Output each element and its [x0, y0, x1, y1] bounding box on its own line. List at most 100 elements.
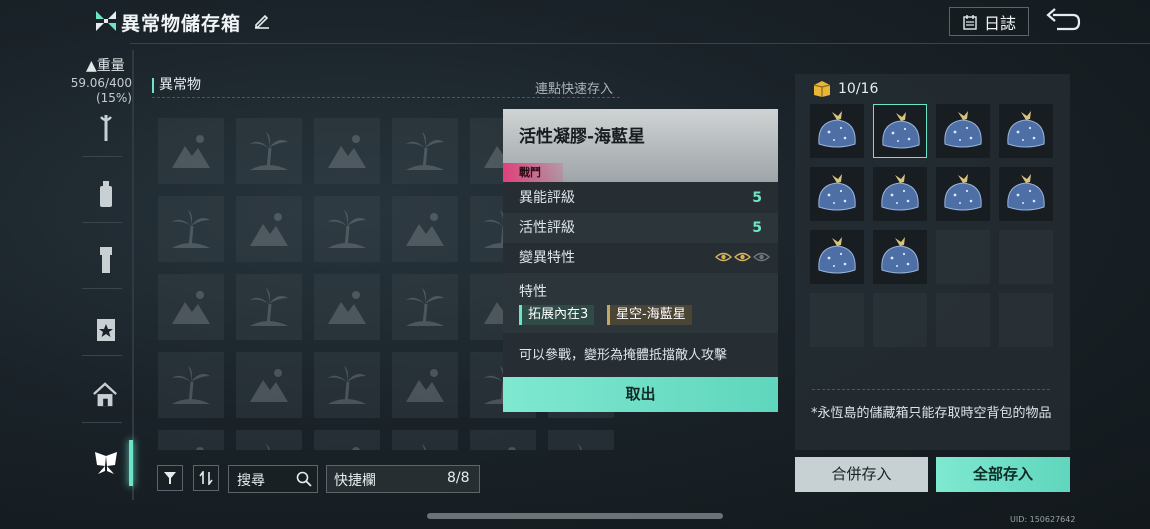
gel-item-icon — [818, 111, 856, 148]
storage-grid — [810, 104, 1054, 347]
traits-label: 特性 — [519, 284, 547, 300]
inventory-slot[interactable] — [236, 352, 302, 418]
quick-store-hint: 連點快速存入 — [535, 82, 614, 97]
weight-percent: (15%) — [95, 91, 132, 105]
inventory-slot[interactable] — [236, 274, 302, 340]
user-id: UID: 150627642 — [1010, 515, 1076, 524]
home-icon[interactable] — [92, 380, 118, 410]
inventory-slot[interactable] — [314, 274, 380, 340]
inventory-slot[interactable] — [314, 352, 380, 418]
star-badge-icon[interactable] — [93, 314, 119, 344]
item-name: 活性凝膠-海藍星 — [519, 127, 646, 147]
inventory-slot[interactable] — [392, 196, 458, 262]
inventory-slot[interactable] — [158, 352, 224, 418]
empty-slot-icon — [508, 447, 516, 450]
storage-slot-item[interactable] — [873, 230, 927, 284]
merge-store-button[interactable]: 合併存入 — [795, 457, 928, 492]
storage-slot-empty[interactable] — [873, 293, 927, 347]
storage-slot-item[interactable] — [936, 167, 990, 221]
storage-slot-item[interactable] — [810, 104, 864, 158]
sidebar-divider — [82, 222, 122, 223]
inventory-slot[interactable] — [392, 430, 458, 450]
storage-slot-item[interactable] — [810, 230, 864, 284]
storage-slot-item[interactable] — [999, 104, 1053, 158]
stat-label: 活性評級 — [519, 220, 575, 236]
quickbar-count: 8/8 — [447, 470, 470, 486]
inventory-slot[interactable] — [314, 196, 380, 262]
sidebar-divider — [82, 288, 122, 289]
storage-slot-item[interactable] — [936, 104, 990, 158]
edit-icon[interactable] — [253, 11, 271, 29]
empty-slot-icon — [328, 210, 366, 249]
butterfly-icon[interactable] — [92, 448, 120, 478]
gel-item-icon — [882, 112, 920, 149]
wrench-icon[interactable] — [93, 113, 119, 143]
inventory-slot[interactable] — [158, 118, 224, 184]
stat-label: 異能評級 — [519, 190, 575, 206]
take-out-button[interactable]: 取出 — [503, 377, 778, 412]
inventory-slot[interactable] — [392, 118, 458, 184]
storage-slot-item[interactable] — [873, 167, 927, 221]
inventory-slot[interactable] — [548, 430, 614, 450]
sidebar-divider — [82, 355, 122, 356]
storage-slot-empty[interactable] — [936, 293, 990, 347]
empty-slot-icon — [328, 135, 366, 168]
inventory-divider — [152, 97, 620, 98]
inventory-slot[interactable] — [158, 274, 224, 340]
empty-slot-icon — [406, 288, 444, 327]
sort-button[interactable] — [193, 465, 219, 491]
empty-slot-icon — [406, 213, 444, 246]
weight-label: ▲重量 — [86, 58, 125, 74]
search-icon[interactable] — [296, 471, 312, 487]
page-title: 異常物儲存箱 — [121, 13, 242, 35]
home-indicator[interactable] — [427, 513, 723, 519]
mutation-eye-icon — [734, 252, 751, 262]
inventory-slot[interactable] — [314, 118, 380, 184]
inventory-slot[interactable] — [236, 196, 302, 262]
inventory-slot[interactable] — [158, 430, 224, 450]
stat-value: 5 — [752, 190, 762, 206]
inventory-slot[interactable] — [470, 430, 536, 450]
mutation-row: 變異特性 — [503, 243, 778, 273]
inventory-slot[interactable] — [236, 430, 302, 450]
item-description: 可以參戰，變形為掩體抵擋敵人攻擊 — [519, 348, 728, 363]
empty-slot-icon — [406, 369, 444, 402]
filter-button[interactable] — [157, 465, 183, 491]
storage-slot-item[interactable] — [999, 167, 1053, 221]
empty-slot-icon — [250, 132, 288, 171]
stat-row: 活性評級 5 — [503, 213, 778, 243]
empty-slot-icon — [422, 444, 426, 450]
empty-slot-icon — [352, 447, 360, 450]
inventory-slot[interactable] — [392, 352, 458, 418]
mutation-label: 變異特性 — [519, 250, 575, 266]
storage-slot-item[interactable] — [810, 167, 864, 221]
stat-row: 異能評級 5 — [503, 183, 778, 213]
storage-slot-empty[interactable] — [810, 293, 864, 347]
inventory-slot[interactable] — [314, 430, 380, 450]
weight-amount: 59.06/400 — [70, 76, 132, 90]
storage-logo-icon — [96, 11, 116, 31]
empty-slot-icon — [250, 288, 288, 327]
gel-item-icon — [818, 237, 856, 274]
storage-slot-empty[interactable] — [999, 293, 1053, 347]
empty-slot-icon — [172, 210, 210, 249]
flashlight-icon[interactable] — [93, 245, 119, 275]
gel-item-icon — [1007, 174, 1045, 211]
back-icon[interactable] — [1043, 7, 1081, 35]
log-button[interactable]: 日誌 — [949, 7, 1029, 36]
inventory-slot[interactable] — [158, 196, 224, 262]
storage-slot-item[interactable] — [873, 104, 927, 158]
storage-slot-empty[interactable] — [999, 230, 1053, 284]
inventory-slot[interactable] — [236, 118, 302, 184]
empty-slot-icon — [172, 135, 210, 168]
inventory-slot[interactable] — [392, 274, 458, 340]
mutation-eye-icon — [715, 252, 732, 262]
mutation-eye-icon — [753, 252, 770, 262]
bottle-icon[interactable] — [93, 179, 119, 209]
store-all-button[interactable]: 全部存入 — [936, 457, 1070, 492]
header-divider — [130, 43, 1150, 44]
empty-slot-icon — [578, 444, 582, 450]
gel-item-icon — [818, 174, 856, 211]
calendar-icon — [963, 14, 977, 30]
storage-slot-empty[interactable] — [936, 230, 990, 284]
